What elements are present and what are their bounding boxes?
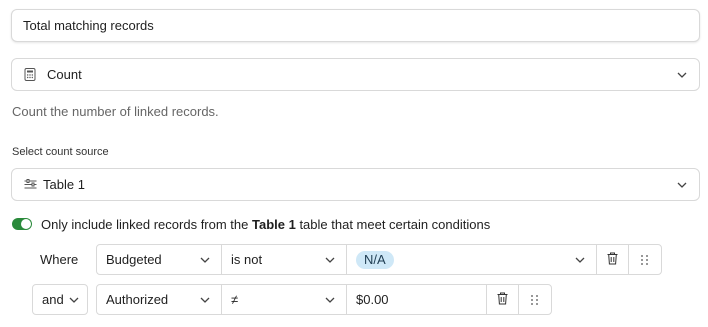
toggle-text-before: Only include linked records from the bbox=[41, 216, 252, 232]
condition-field-select[interactable]: Authorized bbox=[96, 284, 222, 315]
grip-icon bbox=[531, 294, 539, 305]
conjunction-select[interactable]: and bbox=[32, 284, 88, 315]
field-name-value: Total matching records bbox=[23, 18, 154, 33]
delete-condition-button[interactable] bbox=[486, 284, 519, 315]
condition-value-input[interactable]: $0.00 bbox=[346, 284, 487, 315]
value-pill: N/A bbox=[356, 250, 394, 269]
field-type-select[interactable]: Count bbox=[11, 58, 700, 91]
field-type-value: Count bbox=[47, 67, 82, 82]
condition-where-label: Where bbox=[40, 252, 79, 267]
calculator-icon bbox=[23, 68, 37, 82]
drag-handle[interactable] bbox=[628, 244, 662, 275]
field-name-input[interactable]: Total matching records bbox=[11, 9, 700, 42]
condition-operator-select[interactable]: is not bbox=[221, 244, 347, 275]
condition-operator-value: is not bbox=[231, 252, 263, 267]
toggle-table-name: Table 1 bbox=[251, 216, 296, 232]
chevron-down-icon bbox=[324, 294, 336, 306]
grip-icon bbox=[641, 254, 649, 265]
count-source-value: Table 1 bbox=[43, 177, 85, 192]
drag-handle[interactable] bbox=[518, 284, 552, 315]
condition-field-value: Budgeted bbox=[106, 252, 162, 267]
condition-field-value: Authorized bbox=[106, 292, 169, 307]
conjunction-value: and bbox=[42, 292, 64, 307]
condition-field-select[interactable]: Budgeted bbox=[96, 244, 222, 275]
trash-icon bbox=[607, 252, 618, 268]
chevron-down-icon bbox=[324, 254, 336, 266]
condition-filter-toggle[interactable] bbox=[12, 218, 32, 230]
condition-filter-toggle-row: Only include linked records from the Tab… bbox=[12, 215, 490, 233]
chevron-down-icon bbox=[68, 294, 80, 306]
helper-text: Count the number of linked records. bbox=[12, 104, 219, 119]
delete-condition-button[interactable] bbox=[596, 244, 629, 275]
chevron-down-icon bbox=[676, 69, 688, 81]
count-source-select[interactable]: Table 1 bbox=[11, 168, 700, 201]
chevron-down-icon bbox=[676, 179, 688, 191]
toggle-text-after: table that meet certain conditions bbox=[295, 216, 491, 232]
condition-value-select[interactable]: N/A bbox=[346, 244, 597, 275]
condition-operator-select[interactable]: ≠ bbox=[221, 284, 347, 315]
condition-operator-value: ≠ bbox=[231, 292, 239, 307]
count-source-label: Select count source bbox=[12, 146, 109, 158]
chevron-down-icon bbox=[199, 294, 211, 306]
condition-value-text: $0.00 bbox=[356, 292, 389, 307]
chevron-down-icon bbox=[199, 254, 211, 266]
chevron-down-icon bbox=[574, 254, 586, 266]
trash-icon bbox=[497, 292, 508, 308]
table-filter-icon bbox=[23, 178, 37, 192]
